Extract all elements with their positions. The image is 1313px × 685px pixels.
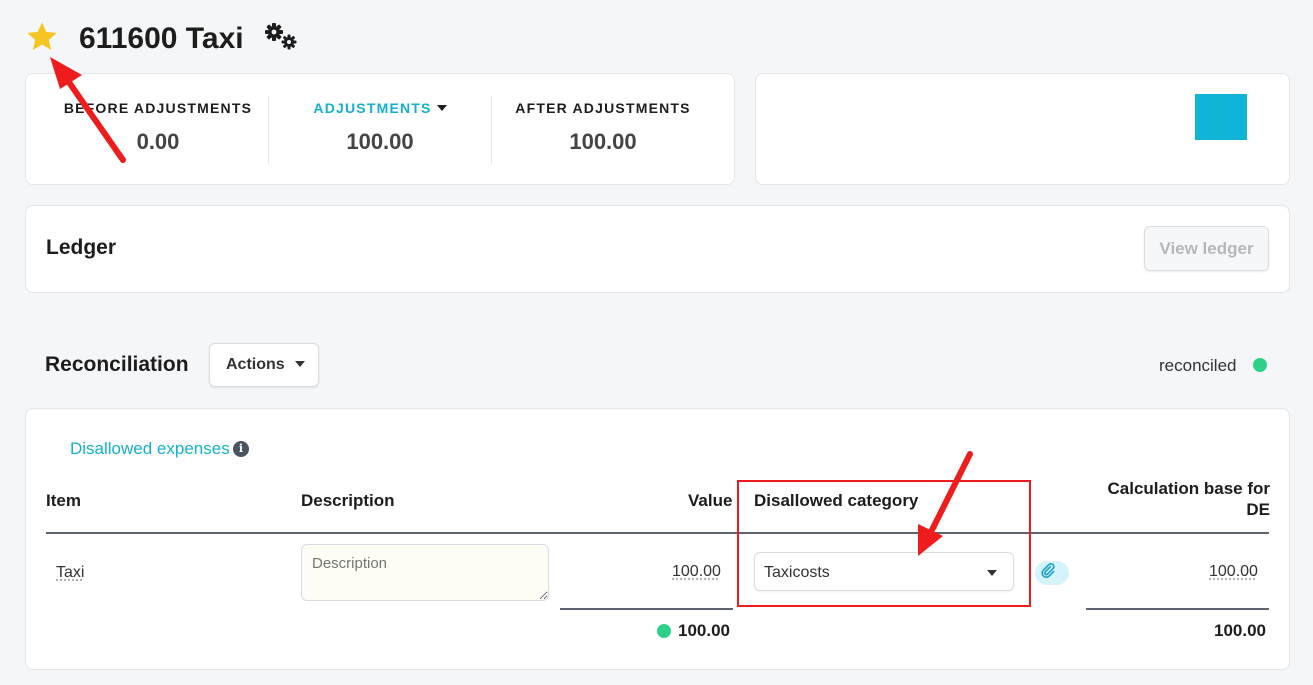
column-header-item: Item (46, 491, 81, 510)
caret-down-icon[interactable] (294, 361, 305, 367)
adjustments: ADJUSTMENTS 100.00 (270, 74, 490, 186)
column-header-calc-base: Calculation base for DE (1107, 479, 1270, 519)
divider (268, 96, 269, 164)
before-adjustments-label: BEFORE ADJUSTMENTS (63, 100, 253, 116)
adjustments-label[interactable]: ADJUSTMENTS (313, 100, 431, 116)
actions-button[interactable]: Actions (209, 343, 319, 387)
description-input[interactable] (301, 544, 549, 601)
status-dot (1253, 358, 1267, 372)
after-adjustments-label: AFTER ADJUSTMENTS (515, 100, 691, 116)
column-header-value: Value (688, 491, 733, 510)
before-adjustments: BEFORE ADJUSTMENTS 0.00 (48, 74, 268, 186)
highlight-box (737, 480, 1031, 607)
info-icon[interactable]: i (233, 441, 249, 457)
after-adjustments: AFTER ADJUSTMENTS 100.00 (493, 74, 713, 186)
after-adjustments-value: 100.00 (569, 129, 637, 154)
view-ledger-button[interactable]: View ledger (1144, 226, 1269, 271)
gears-icon[interactable] (262, 22, 302, 54)
calc-base-total: 100.00 (1214, 621, 1266, 640)
row-item[interactable]: Taxi (56, 564, 84, 582)
column-header-description: Description (301, 491, 395, 510)
caret-down-icon[interactable] (436, 105, 447, 111)
actions-label[interactable]: Actions (226, 356, 285, 373)
reconciliation-title: Reconciliation (45, 353, 189, 376)
value-total: 100.00 (678, 621, 730, 640)
before-adjustments-value: 0.00 (136, 129, 180, 154)
star-icon[interactable] (25, 20, 59, 54)
table-header-divider (46, 532, 1269, 534)
calc-total-divider (1086, 608, 1269, 610)
paperclip-icon[interactable] (1035, 561, 1069, 585)
divider (491, 96, 492, 164)
ledger-card (25, 205, 1290, 293)
adjustments-dropdown[interactable]: ADJUSTMENTS (270, 100, 490, 116)
color-block (1195, 94, 1247, 140)
adjustments-value: 100.00 (346, 129, 414, 154)
page-title: 611600 Taxi (79, 22, 244, 55)
row-value[interactable]: 100.00 (672, 563, 721, 581)
value-total-divider (560, 608, 733, 610)
disallowed-expenses-link[interactable]: Disallowed expenses (70, 439, 230, 459)
adjustments-summary-card: BEFORE ADJUSTMENTS 0.00 ADJUSTMENTS 100.… (25, 73, 735, 185)
ledger-title: Ledger (46, 236, 117, 259)
status-text: reconciled (1159, 356, 1237, 375)
total-status-dot (657, 624, 671, 638)
row-calc-base[interactable]: 100.00 (1209, 563, 1258, 581)
